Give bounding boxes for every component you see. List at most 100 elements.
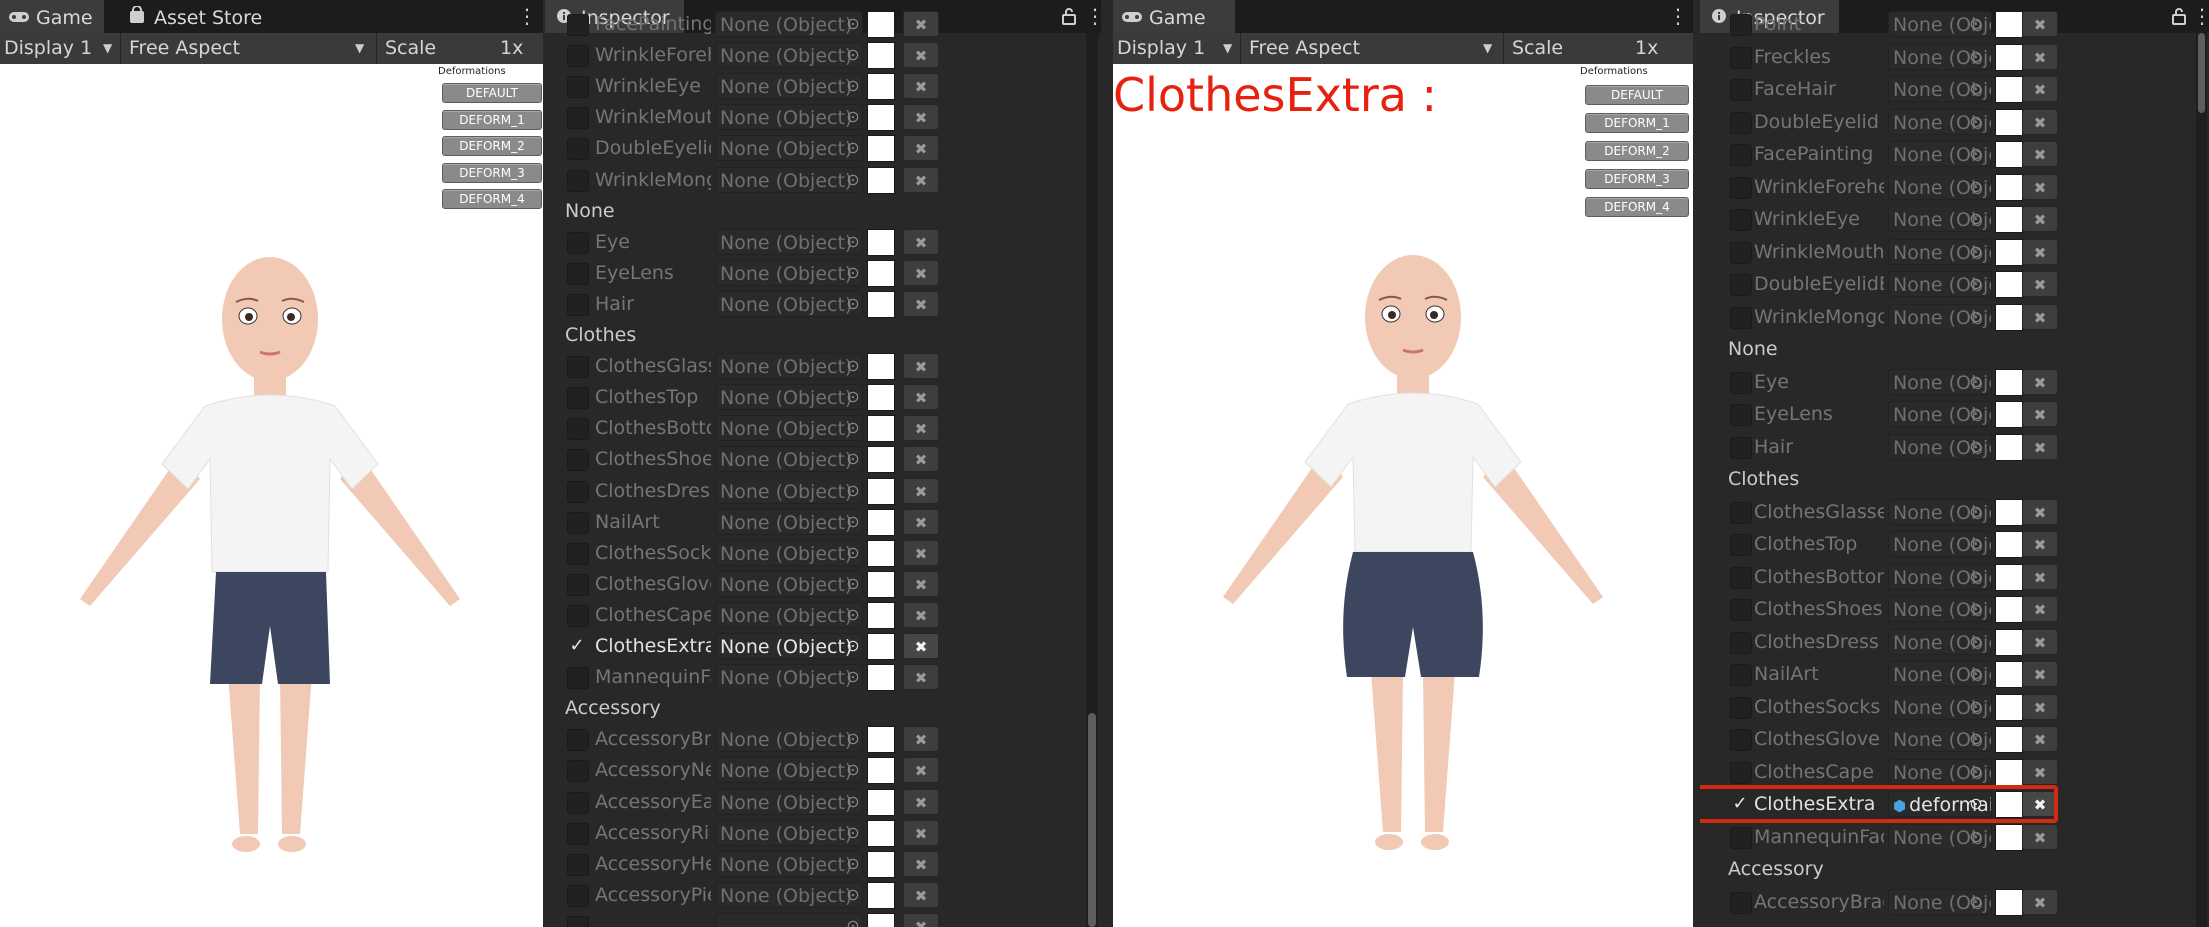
color-swatch[interactable] — [1995, 368, 2023, 396]
remove-icon[interactable]: ✖ — [2022, 498, 2058, 525]
checkbox[interactable] — [567, 418, 589, 441]
remove-icon[interactable]: ✖ — [2022, 173, 2058, 200]
object-picker-icon[interactable]: ⊙ — [843, 602, 863, 628]
remove-icon[interactable]: ✖ — [2022, 563, 2058, 590]
color-swatch[interactable] — [867, 664, 895, 692]
remove-icon[interactable]: ✖ — [903, 42, 939, 69]
remove-icon[interactable]: ✖ — [2022, 141, 2058, 167]
object-picker-icon[interactable]: ⊙ — [843, 509, 863, 535]
checkbox[interactable] — [567, 884, 589, 907]
color-swatch[interactable] — [1995, 693, 2023, 721]
deform-4-button[interactable]: DEFORM_4 — [442, 189, 542, 209]
color-swatch[interactable] — [1995, 401, 2023, 428]
object-picker-icon[interactable]: ⊙ — [843, 820, 863, 846]
checkbox[interactable] — [1730, 891, 1752, 914]
display-dropdown[interactable]: Display 1 — [1117, 33, 1227, 64]
object-field[interactable]: None (Object) — [715, 104, 863, 131]
color-swatch[interactable] — [867, 228, 895, 256]
remove-icon[interactable]: ✖ — [2022, 433, 2058, 460]
color-swatch[interactable] — [1995, 76, 2023, 103]
color-swatch[interactable] — [1995, 596, 2023, 623]
remove-icon[interactable]: ✖ — [903, 633, 939, 659]
color-swatch[interactable] — [1995, 303, 2023, 331]
color-swatch[interactable] — [1995, 888, 2023, 916]
object-field[interactable] — [715, 912, 863, 927]
object-field[interactable]: None (Object) — [715, 539, 863, 566]
object-picker-icon[interactable]: ⊙ — [843, 291, 863, 317]
color-swatch[interactable] — [867, 539, 895, 567]
checkbox[interactable] — [567, 822, 589, 845]
remove-icon[interactable]: ✖ — [2022, 11, 2058, 37]
checkbox[interactable] — [567, 356, 589, 379]
checkbox[interactable] — [567, 76, 589, 99]
object-picker-icon[interactable]: ⊙ — [1966, 11, 1986, 37]
object-picker-icon[interactable]: ⊙ — [1966, 759, 1986, 785]
checkbox[interactable] — [567, 138, 589, 161]
color-swatch[interactable] — [867, 881, 895, 909]
remove-icon[interactable]: ✖ — [903, 508, 939, 535]
remove-icon[interactable]: ✖ — [2022, 693, 2058, 720]
object-field[interactable]: None (Object) — [715, 508, 863, 535]
object-field[interactable]: None (Object) — [715, 290, 863, 317]
remove-icon[interactable]: ✖ — [903, 228, 939, 255]
checkbox[interactable] — [1730, 761, 1752, 784]
object-picker-icon[interactable]: ⊙ — [843, 446, 863, 472]
object-picker-icon[interactable]: ⊙ — [1966, 109, 1986, 135]
more-options-icon[interactable]: ⋮ — [517, 4, 537, 28]
object-picker-icon[interactable]: ⊙ — [1966, 889, 1986, 915]
color-swatch[interactable] — [1995, 108, 2023, 136]
color-swatch[interactable] — [867, 819, 895, 847]
object-picker-icon[interactable]: ⊙ — [843, 789, 863, 815]
remove-icon[interactable]: ✖ — [2022, 368, 2058, 395]
remove-icon[interactable]: ✖ — [903, 788, 939, 815]
object-field[interactable]: None (Object) — [715, 633, 863, 659]
color-swatch[interactable] — [867, 73, 895, 101]
object-picker-icon[interactable]: ⊙ — [1966, 564, 1986, 590]
remove-icon[interactable]: ✖ — [903, 73, 939, 100]
aspect-dropdown[interactable]: Free Aspect — [120, 33, 379, 64]
color-swatch[interactable] — [867, 757, 895, 785]
object-field[interactable]: None (Object) — [715, 11, 863, 37]
remove-icon[interactable]: ✖ — [903, 290, 939, 317]
object-picker-icon[interactable]: ⊙ — [843, 726, 863, 752]
color-swatch[interactable] — [867, 290, 895, 318]
remove-icon[interactable]: ✖ — [903, 601, 939, 628]
color-swatch[interactable] — [1995, 531, 2023, 558]
object-picker-icon[interactable]: ⊙ — [1966, 726, 1986, 752]
scrollbar[interactable] — [1086, 33, 1098, 927]
checkbox[interactable] — [567, 45, 589, 68]
deform-4-button[interactable]: DEFORM_4 — [1585, 197, 1689, 217]
object-picker-icon[interactable]: ⊙ — [1966, 76, 1986, 102]
checkbox[interactable] — [567, 262, 589, 285]
object-field[interactable]: None (Object) — [715, 73, 863, 100]
scrollbar[interactable] — [2196, 33, 2207, 927]
object-picker-icon[interactable]: ⊙ — [843, 633, 863, 659]
object-field[interactable]: None (Object) — [715, 601, 863, 628]
remove-icon[interactable]: ✖ — [903, 726, 939, 753]
object-field[interactable]: None (Object) — [715, 726, 863, 753]
object-picker-icon[interactable]: ⊙ — [843, 229, 863, 255]
object-field[interactable]: None (Object) — [715, 415, 863, 442]
remove-icon[interactable]: ✖ — [903, 135, 939, 162]
object-picker-icon[interactable]: ⊙ — [843, 851, 863, 877]
remove-icon[interactable]: ✖ — [903, 259, 939, 286]
color-swatch[interactable] — [1995, 238, 2023, 266]
object-picker-icon[interactable]: ⊙ — [843, 353, 863, 379]
object-picker-icon[interactable]: ⊙ — [843, 104, 863, 130]
object-picker-icon[interactable]: ⊙ — [843, 260, 863, 286]
object-picker-icon[interactable]: ⊙ — [1966, 239, 1986, 265]
deform-2-button[interactable]: DEFORM_2 — [1585, 141, 1689, 161]
checkbox[interactable] — [567, 169, 589, 192]
checkbox-checked[interactable]: ✓ — [567, 636, 587, 656]
remove-icon[interactable]: ✖ — [903, 415, 939, 442]
remove-icon[interactable]: ✖ — [2022, 238, 2058, 265]
checkbox[interactable] — [1730, 306, 1752, 329]
color-swatch[interactable] — [867, 104, 895, 132]
object-picker-icon[interactable]: ⊙ — [1966, 304, 1986, 330]
color-swatch[interactable] — [867, 384, 895, 412]
remove-icon[interactable]: ✖ — [903, 104, 939, 131]
color-swatch[interactable] — [1995, 11, 2023, 38]
deform-1-button[interactable]: DEFORM_1 — [442, 110, 542, 130]
checkbox[interactable] — [1730, 664, 1752, 686]
checkbox[interactable] — [1730, 599, 1752, 621]
